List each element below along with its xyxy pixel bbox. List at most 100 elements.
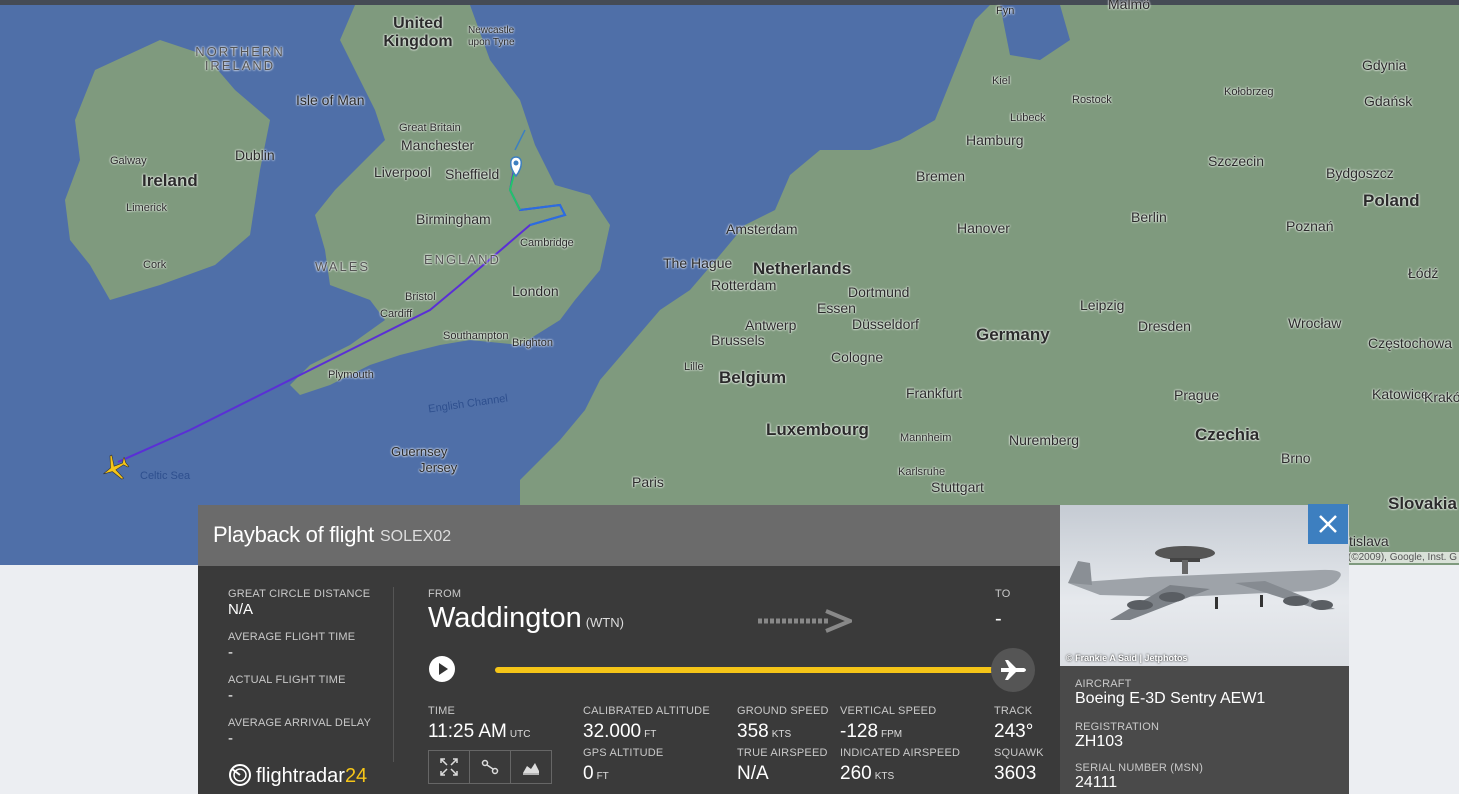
direction-arrow-icon [756, 609, 856, 638]
avg-flight-time-value: - [228, 644, 233, 661]
vertical-speed-value: -128 FPM [840, 721, 903, 742]
map-attribution: 5 (©2009), Google, Inst. G [1337, 552, 1459, 563]
time-value: 11:25 AM UTC [428, 721, 531, 742]
map-label: Cork [143, 259, 167, 271]
play-button[interactable] [429, 656, 455, 682]
origin-airport[interactable]: Waddington (WTN) [428, 602, 624, 635]
map-label: Gdańsk [1364, 93, 1413, 109]
map-label: Düsseldorf [852, 316, 919, 332]
map-label: Karlsruhe [898, 466, 946, 478]
radar-icon [229, 764, 251, 786]
avg-flight-time-label: AVERAGE FLIGHT TIME [228, 631, 356, 643]
map-label: Nuremberg [1009, 432, 1080, 448]
ground-speed-label: GROUND SPEED [737, 705, 829, 717]
map-label: Kiel [992, 75, 1011, 87]
map-label: London [512, 283, 559, 299]
map-label: Paris [632, 474, 664, 490]
true-airspeed-value: N/A [737, 763, 769, 784]
serial-label: SERIAL NUMBER (MSN) [1075, 762, 1204, 774]
true-airspeed-label: TRUE AIRSPEED [737, 747, 828, 759]
map-label: Poznań [1286, 218, 1334, 234]
map-label: Birmingham [416, 211, 491, 227]
map-label: ENGLAND [424, 252, 501, 267]
map-label: Isle of Man [296, 92, 365, 108]
avg-arrival-delay-value: - [228, 730, 233, 747]
playback-scrubber-handle[interactable] [991, 648, 1035, 692]
map-label: Berlin [1131, 209, 1167, 225]
flight-map[interactable]: United Kingdom NORTHERN IRELAND Isle of … [0, 0, 1459, 565]
map-label: Dublin [235, 147, 275, 163]
gps-alt-label: GPS ALTITUDE [583, 747, 664, 759]
map-label: Stuttgart [931, 479, 984, 495]
chart-icon [523, 763, 539, 775]
map-label: Leipzig [1080, 297, 1125, 313]
map-label: Great Britain [399, 122, 461, 134]
map-label: Malmö [1108, 0, 1151, 12]
aircraft-marker-icon[interactable] [100, 453, 130, 483]
map-label: Luxembourg [766, 420, 869, 439]
flight-callsign: SOLEX02 [380, 528, 452, 545]
close-icon [1319, 515, 1337, 533]
time-label: TIME [428, 705, 456, 717]
serial-value: 24111 [1075, 774, 1118, 791]
map-label: Brussels [711, 332, 765, 348]
map-label: Poland [1363, 191, 1420, 210]
map-label: Frankfurt [906, 385, 963, 401]
great-circle-value: N/A [228, 601, 254, 618]
great-circle-label: GREAT CIRCLE DISTANCE [228, 588, 371, 600]
map-label: Manchester [401, 137, 475, 153]
map-label: Hamburg [966, 132, 1024, 148]
map-label: Netherlands [753, 259, 852, 278]
map-label: The Hague [663, 255, 733, 271]
map-label: Bremen [916, 168, 966, 184]
map-label: NORTHERN IRELAND [195, 44, 285, 73]
map-label: Prague [1174, 387, 1220, 403]
map-label: Germany [976, 325, 1050, 344]
map-label: Lübeck [1010, 112, 1046, 124]
map-label: Guernsey [391, 444, 448, 459]
map-label: Brno [1281, 450, 1311, 466]
cal-alt-value: 32.000 FT [583, 721, 657, 742]
map-label: tislava [1349, 533, 1389, 549]
photo-credit[interactable]: © Frankie A Said | Jetphotos [1066, 653, 1188, 663]
map-label: Amsterdam [726, 221, 798, 237]
map-label: Rostock [1072, 94, 1112, 106]
map-label: Antwerp [745, 317, 797, 333]
close-button[interactable] [1308, 504, 1348, 544]
map-label: Jersey [419, 460, 458, 475]
map-label: Gdynia [1362, 57, 1407, 73]
actual-flight-time-value: - [228, 687, 233, 704]
squawk-value: 3603 [994, 763, 1037, 784]
map-label: Brighton [512, 337, 553, 349]
indicated-airspeed-label: INDICATED AIRSPEED [840, 747, 961, 759]
3d-view-button[interactable] [428, 750, 470, 784]
origin-airport-code: (WTN) [585, 615, 624, 630]
map-label: Hanover [957, 220, 1010, 236]
track-value: 243° [994, 721, 1034, 742]
map-label: Southampton [443, 330, 509, 342]
map-label: Bydgoszcz [1326, 165, 1394, 181]
map-label: Krakó [1424, 389, 1459, 405]
map-label: Fyn [996, 5, 1015, 17]
aircraft-value: Boeing E-3D Sentry AEW1 [1075, 690, 1266, 707]
to-label: TO [995, 588, 1011, 600]
graph-button[interactable] [510, 750, 552, 784]
map-label: Czechia [1195, 425, 1260, 444]
map-label: Rotterdam [711, 277, 777, 293]
aircraft-image [1068, 546, 1341, 620]
map-label: Celtic Sea [140, 470, 191, 482]
map-label: Essen [817, 300, 856, 316]
destination-airport[interactable]: - [995, 608, 1002, 631]
route-button[interactable] [469, 750, 511, 784]
vertical-speed-label: VERTICAL SPEED [840, 705, 937, 717]
map-label: Ireland [142, 171, 198, 190]
map-label: Dortmund [848, 284, 910, 300]
playback-progress-bar[interactable] [495, 667, 1015, 673]
from-label: FROM [428, 588, 462, 600]
map-label: Bristol [405, 291, 436, 303]
map-label: Łódź [1408, 265, 1439, 281]
aircraft-photo[interactable]: © Frankie A Said | Jetphotos [1060, 505, 1349, 666]
squawk-label: SQUAWK [994, 747, 1044, 759]
map-label: Szczecin [1208, 153, 1265, 169]
map-label: Slovakia [1388, 494, 1457, 513]
